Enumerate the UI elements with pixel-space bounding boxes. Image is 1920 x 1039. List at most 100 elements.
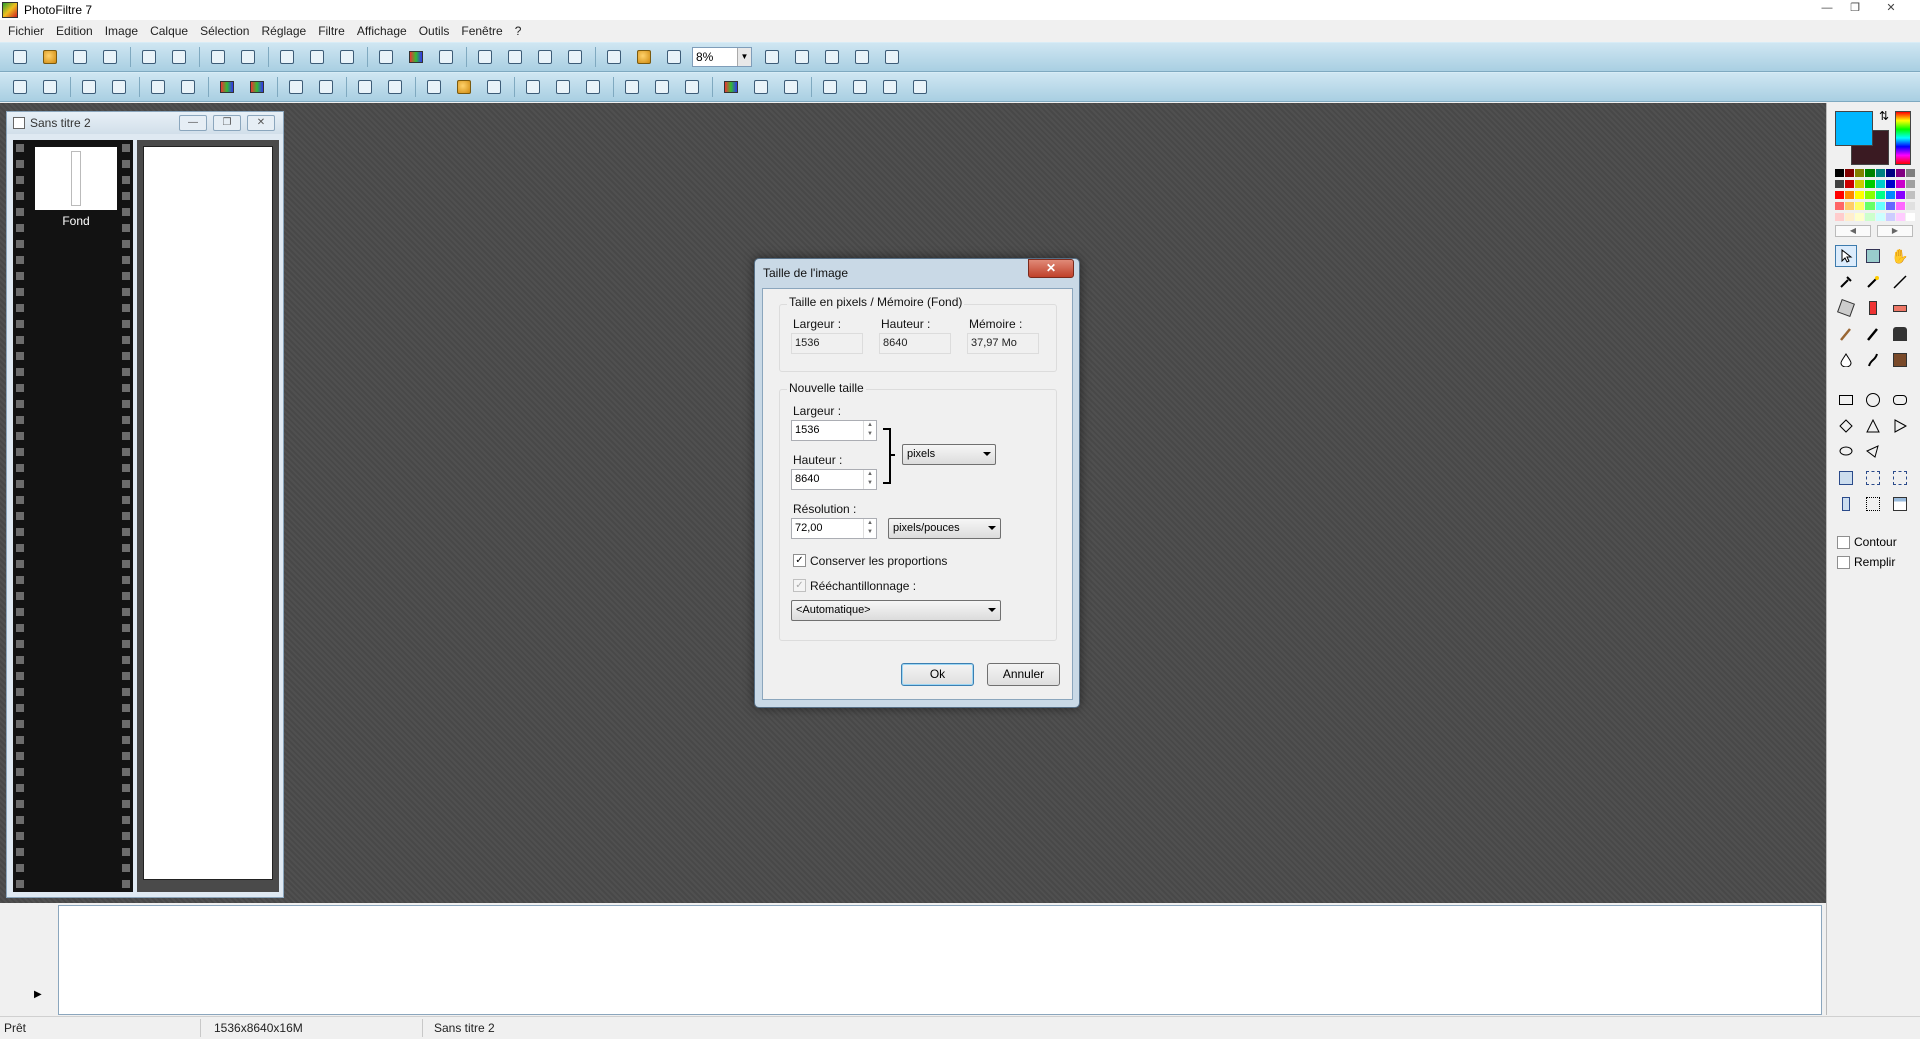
document-window[interactable]: Sans titre 2 — ❐ ✕ Fond — [6, 111, 284, 898]
palette-color[interactable] — [1875, 202, 1885, 210]
gamma-button[interactable] — [284, 76, 308, 98]
layer-down-button[interactable] — [30, 935, 50, 953]
menu-fichier[interactable]: Fichier — [2, 24, 50, 38]
resolution-unit-select[interactable]: pixels/pouces — [888, 518, 1001, 539]
menu-filtre[interactable]: Filtre — [312, 24, 351, 38]
save-button[interactable] — [68, 46, 92, 68]
polygon-lasso-tool[interactable] — [1862, 441, 1884, 463]
grayscale-button[interactable] — [422, 76, 446, 98]
menu-image[interactable]: Image — [99, 24, 144, 38]
swap-colors-icon[interactable]: ⇅ — [1879, 109, 1889, 123]
filter-a-button[interactable] — [650, 76, 674, 98]
blur-tool[interactable] — [1835, 349, 1857, 371]
saturation-minus-button[interactable] — [215, 76, 239, 98]
selection-ratio-tool[interactable] — [1862, 467, 1884, 489]
sepia-button[interactable] — [452, 76, 476, 98]
palette-color[interactable] — [1905, 213, 1915, 221]
new-height-input[interactable]: 8640 ▲ ▼ — [791, 469, 877, 490]
crop-button[interactable] — [533, 46, 557, 68]
zoom-out-button[interactable] — [790, 46, 814, 68]
palette-color[interactable] — [1885, 213, 1895, 221]
auto-balance-button[interactable] — [383, 76, 407, 98]
paste-special-button[interactable] — [335, 46, 359, 68]
palette-color[interactable] — [1895, 202, 1905, 210]
palette-color[interactable] — [1865, 169, 1875, 177]
menu-selection[interactable]: Sélection — [194, 24, 255, 38]
resolution-input[interactable]: 72,00 ▲ ▼ — [791, 518, 877, 539]
layer-thumbnail[interactable] — [35, 147, 117, 210]
spin-arrows-icon[interactable]: ▲ ▼ — [863, 519, 876, 538]
emboss-button[interactable] — [620, 76, 644, 98]
hue-bar[interactable] — [1895, 111, 1911, 165]
menu-edition[interactable]: Edition — [50, 24, 99, 38]
advanced-brush-tool[interactable] — [1862, 323, 1884, 345]
rounded-rect-shape-tool[interactable] — [1889, 389, 1911, 411]
transform-tool[interactable] — [1862, 493, 1884, 515]
diamond-shape-tool[interactable] — [1835, 415, 1857, 437]
close-button[interactable]: ✕ — [1880, 1, 1902, 17]
image-mode-button[interactable] — [374, 46, 398, 68]
cancel-button[interactable]: Annuler — [987, 663, 1060, 686]
selection-bar-tool[interactable] — [1835, 467, 1857, 489]
palette-color[interactable] — [1855, 169, 1865, 177]
play-icon[interactable]: ▶ — [34, 989, 54, 1007]
picker-tool[interactable] — [1835, 271, 1857, 293]
palette-color[interactable] — [1845, 180, 1855, 188]
color-mode-button[interactable] — [404, 46, 428, 68]
resample-method-select[interactable]: <Automatique> — [791, 600, 1001, 621]
palette-color[interactable] — [1895, 191, 1905, 199]
contour-option[interactable]: Contour — [1837, 535, 1897, 549]
spray-tool[interactable] — [1862, 297, 1884, 319]
rotate-left-button[interactable] — [878, 76, 902, 98]
palette-color[interactable] — [1845, 191, 1855, 199]
redo-button[interactable] — [236, 46, 260, 68]
auto-levels-button[interactable] — [8, 76, 32, 98]
menu-affichage[interactable]: Affichage — [351, 24, 413, 38]
saturation-plus-button[interactable] — [245, 76, 269, 98]
fit-window-button[interactable] — [850, 46, 874, 68]
palette-color[interactable] — [1895, 180, 1905, 188]
fullscreen-button[interactable] — [880, 46, 904, 68]
magic-wand-tool[interactable] — [1862, 271, 1884, 293]
flip-horizontal-button[interactable] — [818, 76, 842, 98]
open-shape-tool[interactable] — [1889, 441, 1911, 463]
contrast-minus-button[interactable] — [146, 76, 170, 98]
palette-color[interactable] — [1905, 180, 1915, 188]
palette-color[interactable] — [1875, 169, 1885, 177]
palette-color[interactable] — [1905, 202, 1915, 210]
gallery-tool[interactable] — [1862, 245, 1884, 267]
negative-button[interactable] — [482, 76, 506, 98]
palette-color[interactable] — [1845, 169, 1855, 177]
gradient-button[interactable] — [719, 76, 743, 98]
spin-arrows-icon[interactable]: ▲ ▼ — [863, 470, 876, 489]
dialog-title-bar[interactable]: Taille de l'image ✕ — [755, 259, 1079, 287]
foreground-color-swatch[interactable] — [1835, 111, 1873, 146]
ok-button[interactable]: Ok — [901, 663, 974, 686]
filter-b-button[interactable] — [680, 76, 704, 98]
paste-new-button[interactable] — [305, 46, 329, 68]
palette-color[interactable] — [1895, 169, 1905, 177]
restore-button[interactable]: ❐ — [1844, 1, 1866, 17]
paste-button[interactable] — [275, 46, 299, 68]
new-width-input[interactable]: 1536 ▲ ▼ — [791, 420, 877, 441]
menu-outils[interactable]: Outils — [413, 24, 456, 38]
triangle-shape-tool[interactable] — [1862, 415, 1884, 437]
dialog-close-button[interactable]: ✕ — [1028, 259, 1074, 278]
palette-color[interactable] — [1865, 202, 1875, 210]
palette-color[interactable] — [1885, 191, 1895, 199]
line-tool[interactable] — [1889, 271, 1911, 293]
document-title-bar[interactable]: Sans titre 2 — ❐ ✕ — [7, 112, 283, 134]
layer-flatten-button[interactable] — [30, 961, 50, 979]
doc-minimize-button[interactable]: — — [179, 115, 207, 131]
blur-button[interactable] — [521, 76, 545, 98]
palette-color[interactable] — [1865, 213, 1875, 221]
new-file-button[interactable] — [8, 46, 32, 68]
window-tool[interactable] — [1889, 493, 1911, 515]
palette-color[interactable] — [1905, 191, 1915, 199]
palette-color[interactable] — [1885, 202, 1895, 210]
layer-options-button[interactable] — [4, 989, 24, 1007]
lasso-tool[interactable] — [1835, 441, 1857, 463]
eraser-tool[interactable] — [1889, 297, 1911, 319]
sharpen-button[interactable] — [551, 76, 575, 98]
image-canvas[interactable] — [143, 146, 273, 880]
